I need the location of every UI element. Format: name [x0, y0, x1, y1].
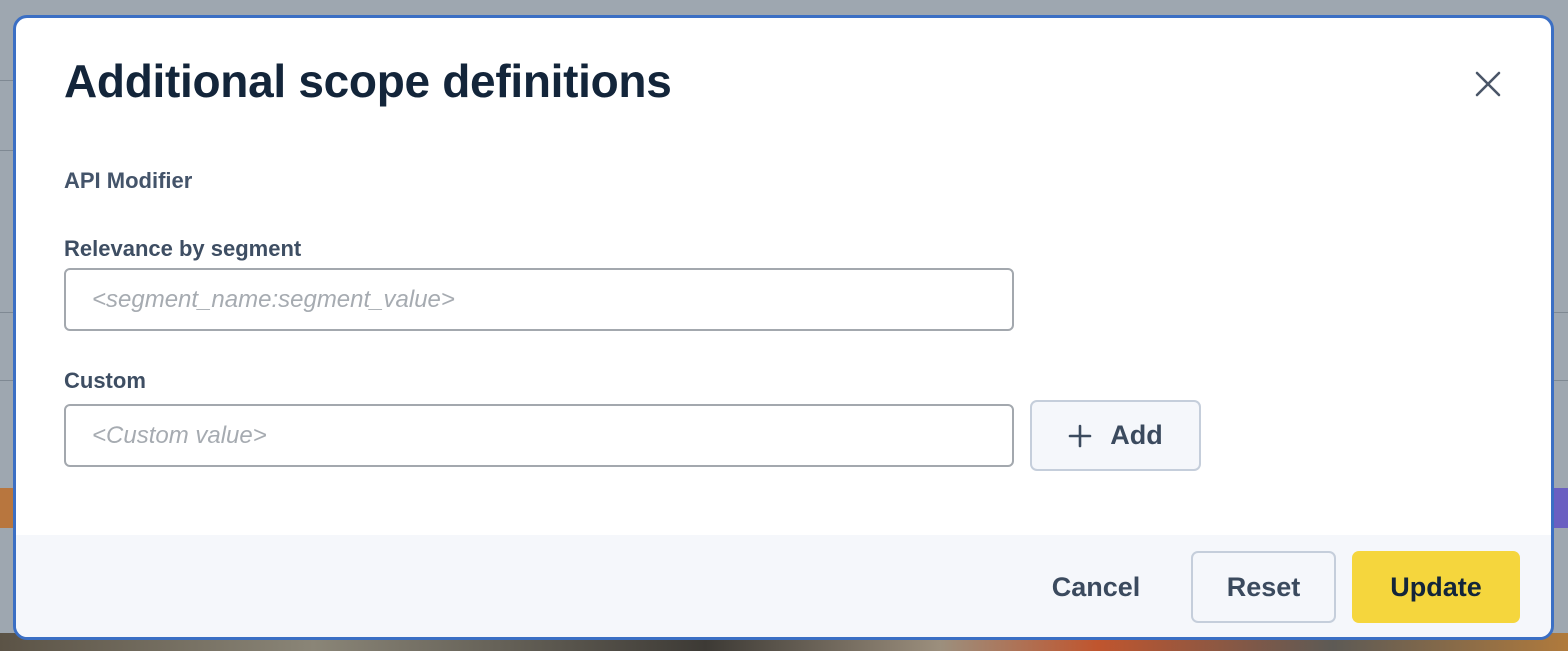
segment-field-label: Relevance by segment: [64, 236, 302, 261]
custom-field-label: Custom: [64, 368, 146, 393]
reset-button[interactable]: Reset: [1191, 551, 1336, 623]
background-divider: [0, 150, 14, 151]
background-banner: [0, 488, 14, 528]
close-button[interactable]: [1464, 60, 1512, 108]
modal-footer: Cancel Reset Update: [16, 535, 1551, 637]
custom-input[interactable]: [64, 404, 1014, 467]
section-label-api-modifier: API Modifier: [64, 168, 193, 193]
segment-input[interactable]: [64, 268, 1014, 331]
background-banner: [1554, 488, 1568, 528]
background-divider: [1554, 312, 1568, 313]
background-divider: [0, 312, 14, 313]
plus-icon: [1068, 424, 1092, 447]
background-divider: [1554, 380, 1568, 381]
background-divider: [0, 380, 14, 381]
add-button-label: Add: [1110, 420, 1163, 450]
background-divider: [0, 80, 14, 81]
modal-title: Additional scope definitions: [64, 55, 672, 107]
close-icon: [1475, 71, 1501, 97]
update-button[interactable]: Update: [1352, 551, 1520, 623]
scope-definitions-modal: Additional scope definitions API Modifie…: [13, 15, 1554, 640]
cancel-button[interactable]: Cancel: [1026, 551, 1166, 623]
add-button[interactable]: Add: [1030, 400, 1201, 471]
